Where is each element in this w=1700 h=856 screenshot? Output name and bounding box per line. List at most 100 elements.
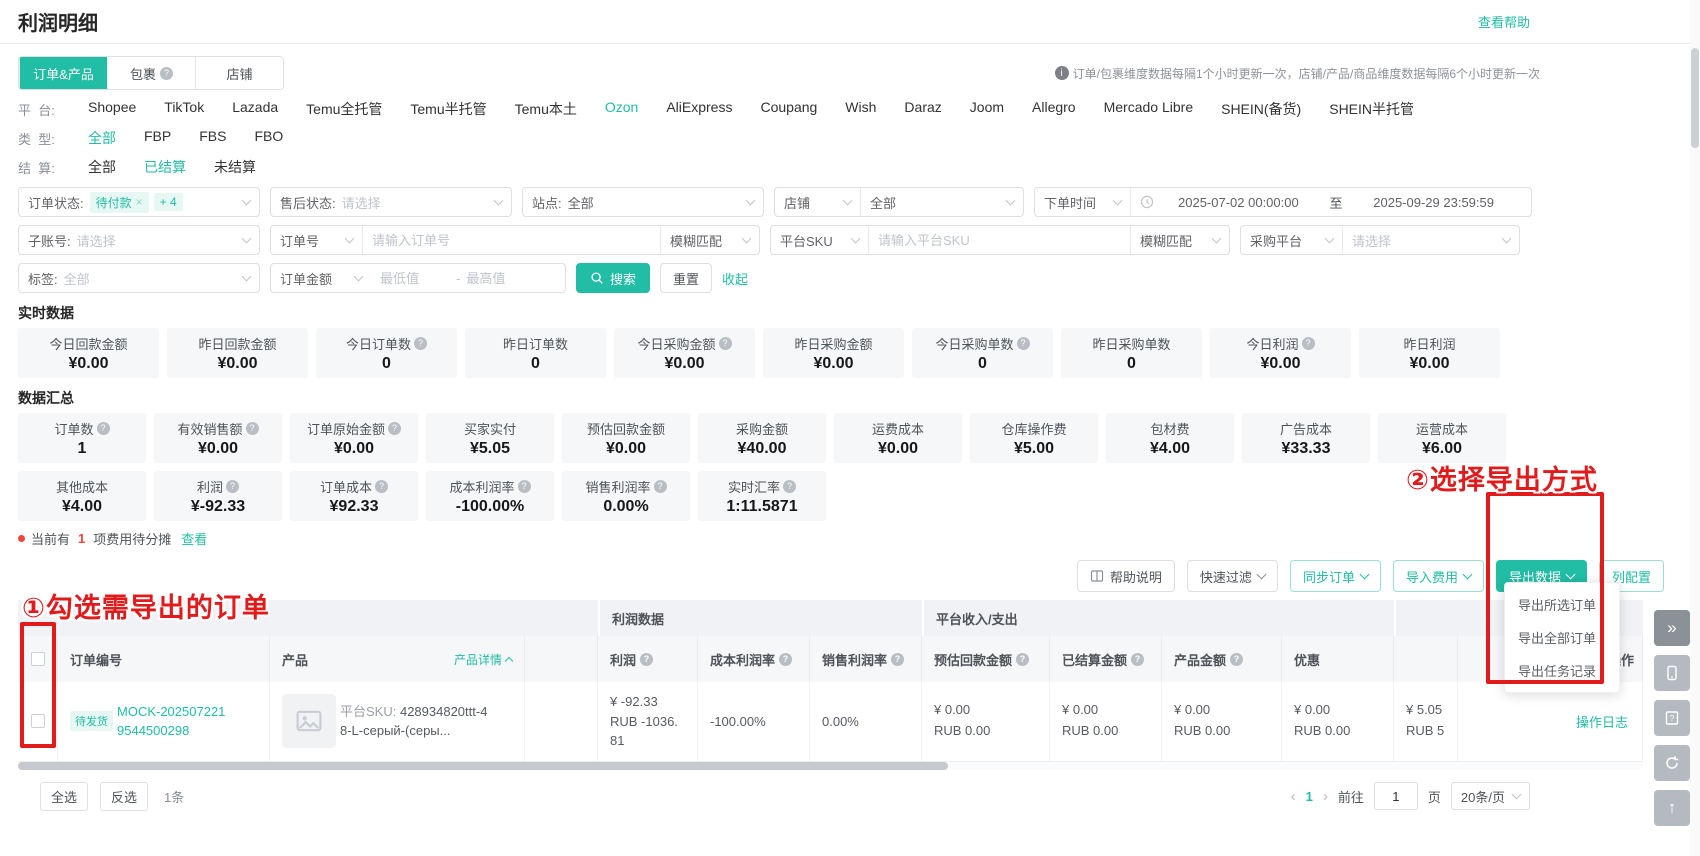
order-no-link[interactable]: MOCK-202507221 9544500298 (117, 702, 225, 741)
collapse-link[interactable]: 收起 (722, 269, 748, 288)
back-to-top-button[interactable]: ↑ (1654, 790, 1690, 826)
help-doc-button[interactable]: 帮助说明 (1076, 560, 1175, 592)
type-option[interactable]: 全部 (88, 128, 116, 148)
platform-option[interactable]: SHEIN(备货) (1221, 99, 1301, 119)
platform-option[interactable]: Allegro (1032, 99, 1076, 119)
stat-card: 销售利润率 ? 0.00% (562, 471, 690, 521)
product-thumbnail[interactable] (282, 694, 336, 749)
buyer-paid-cell: ¥ 5.05 RUB 5 (1394, 682, 1458, 761)
stat-card: 其他成本 ¥4.00 (18, 471, 146, 521)
amount-type-select[interactable]: 订单金额 (271, 264, 371, 292)
order-status-label: 订单状态: (28, 195, 84, 211)
mobile-app-button[interactable] (1654, 655, 1690, 691)
page-size-select[interactable]: 20条/页 (1450, 782, 1530, 810)
page-title: 利润明细 (18, 13, 98, 35)
settle-option[interactable]: 已结算 (144, 157, 186, 177)
prev-page-button[interactable]: ‹ (1291, 788, 1296, 805)
product-cell: 平台SKU: 428934820ttt-48-L-серый-(серы... (270, 682, 525, 761)
time-type-select[interactable]: 下单时间 (1035, 188, 1131, 216)
page-scrollbar-thumb[interactable] (1691, 48, 1699, 148)
site-select[interactable]: 站点: 全部 (522, 187, 764, 217)
type-options: 全部 FBP FBS FBO (88, 128, 283, 148)
platform-option[interactable]: TikTok (164, 99, 204, 119)
type-option[interactable]: FBP (144, 128, 171, 148)
view-help-link[interactable]: 查看帮助 (1478, 12, 1530, 31)
export-menu-item[interactable]: 导出所选订单 (1505, 588, 1619, 621)
current-page[interactable]: 1 (1306, 789, 1313, 804)
stat-card-label: 预估回款金额 (586, 421, 665, 437)
after-sale-select[interactable]: 售后状态: 请选择 (270, 187, 512, 217)
row-checkbox[interactable] (30, 714, 45, 729)
question-icon: ? (1230, 652, 1244, 666)
stat-card-label: 昨日采购金额 (794, 336, 873, 352)
platform-option[interactable]: AliExpress (666, 99, 732, 119)
amount-max-input[interactable] (466, 270, 537, 286)
select-all-checkbox[interactable] (30, 652, 45, 666)
shop-value-select[interactable]: 全部 (861, 188, 1023, 216)
export-menu-item[interactable]: 导出全部订单 (1505, 621, 1619, 654)
double-chevron-right-icon: » (1667, 618, 1677, 637)
purchase-platform-type[interactable]: 采购平台 (1241, 226, 1343, 254)
refresh-button[interactable] (1654, 745, 1690, 781)
select-all-button[interactable]: 全选 (40, 781, 89, 811)
platform-option[interactable]: Temu本土 (515, 99, 577, 119)
type-option[interactable]: FBO (254, 128, 283, 148)
purchase-platform-group: 采购平台 请选择 (1240, 225, 1520, 255)
platform-sku-input[interactable] (878, 232, 1121, 248)
col-est-payment: 预估回款金额? (922, 636, 1050, 682)
summary-section-title: 数据汇总 (18, 390, 74, 406)
stat-card-value: ¥33.33 (1281, 439, 1331, 457)
platform-option[interactable]: Ozon (605, 99, 638, 119)
order-no-input[interactable] (372, 232, 651, 248)
settle-option[interactable]: 未结算 (214, 157, 256, 177)
view-fee-link[interactable]: 查看 (181, 529, 207, 548)
order-status-tag: 待付款 × (89, 191, 149, 213)
operation-log-link[interactable]: 操作日志 (1576, 712, 1628, 731)
search-button[interactable]: 搜索 (576, 263, 651, 293)
help-guide-button[interactable]: ? (1654, 700, 1690, 736)
reset-button[interactable]: 重置 (660, 263, 713, 293)
next-page-button[interactable]: › (1323, 788, 1328, 805)
platform-option[interactable]: Lazada (232, 99, 278, 119)
sku-type-select[interactable]: 平台SKU (771, 226, 869, 254)
sku-match-select[interactable]: 模糊匹配 (1131, 226, 1229, 254)
invert-select-button[interactable]: 反选 (100, 781, 149, 811)
settle-option[interactable]: 全部 (88, 157, 116, 177)
platform-option[interactable]: Temu全托管 (306, 99, 382, 119)
dimension-tab[interactable]: 包裹 ? (107, 57, 195, 89)
import-fee-button[interactable]: 导入费用 (1392, 560, 1484, 592)
quick-filter-button[interactable]: 快速过滤 (1186, 560, 1278, 592)
stat-card: 成本利润率 ? -100.00% (426, 471, 554, 521)
dimension-tab[interactable]: 订单&产品 (19, 57, 107, 89)
order-no-match-select[interactable]: 模糊匹配 (661, 226, 759, 254)
purchase-platform-select[interactable]: 请选择 (1343, 226, 1519, 254)
type-option[interactable]: FBS (199, 128, 226, 148)
amount-min-input[interactable] (380, 270, 450, 286)
platform-option[interactable]: Temu半托管 (410, 99, 486, 119)
dimension-tab[interactable]: 店铺 (195, 57, 283, 89)
platform-option[interactable]: Coupang (760, 99, 817, 119)
platform-option[interactable]: Joom (970, 99, 1004, 119)
sub-account-select[interactable]: 子账号: 请选择 (18, 225, 260, 255)
sync-order-button[interactable]: 同步订单 (1289, 560, 1381, 592)
platform-option[interactable]: Shopee (88, 99, 136, 119)
chevron-down-icon (344, 233, 355, 244)
platform-option[interactable]: Wish (845, 99, 876, 119)
expand-panel-button[interactable]: » (1654, 610, 1690, 646)
tag-close-icon[interactable]: × (136, 195, 143, 209)
horizontal-scrollbar-thumb[interactable] (18, 761, 948, 770)
shop-type-select[interactable]: 店铺 (775, 188, 861, 216)
export-menu-item[interactable]: 导出任务记录 (1505, 654, 1619, 687)
order-status-select[interactable]: 订单状态: 待付款 × + 4 (18, 187, 260, 217)
order-no-type-select[interactable]: 订单号 (271, 226, 363, 254)
platform-option[interactable]: SHEIN半托管 (1329, 99, 1414, 119)
tag-select[interactable]: 标签: 全部 (18, 263, 260, 293)
chevron-down-icon (1462, 569, 1473, 580)
platform-option[interactable]: Daraz (904, 99, 941, 119)
platform-option[interactable]: Mercado Libre (1104, 99, 1194, 119)
date-range-picker[interactable]: 2025-07-02 00:00:00 至 2025-09-29 23:59:5… (1131, 188, 1531, 216)
date-end[interactable]: 2025-09-29 23:59:59 (1373, 195, 1494, 210)
goto-page-input[interactable] (1373, 782, 1418, 810)
product-detail-toggle[interactable]: 产品详情 (454, 651, 514, 668)
date-start[interactable]: 2025-07-02 00:00:00 (1178, 195, 1299, 210)
